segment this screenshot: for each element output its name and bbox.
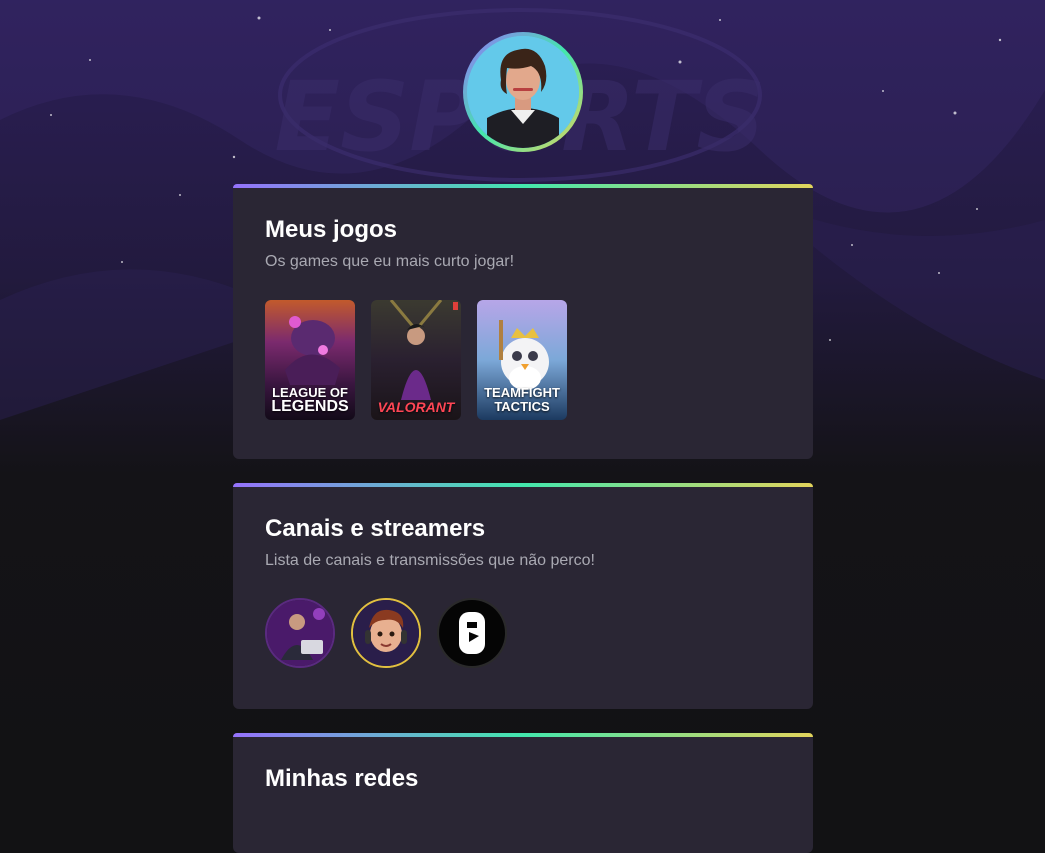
streamers-subtitle: Lista de canais e transmissões que não p… [265, 552, 595, 569]
streamers-title: Canais e streamers [265, 515, 486, 542]
networks-card: Minhas redes [233, 733, 813, 853]
streamers-card: Canais e streamers Lista de canais e tra… [233, 483, 813, 709]
streamer-avatar-2[interactable] [351, 598, 421, 668]
game-label: LEAGUE OF LEGENDS [271, 385, 349, 415]
game-label: TEAMFIGHT TACTICS [484, 385, 560, 414]
games-subtitle: Os games que eu mais curto jogar! [265, 253, 515, 270]
game-label: VALORANT [377, 399, 455, 415]
streamer-avatar-1[interactable] [265, 598, 335, 668]
game-valorant[interactable]: VALORANT [371, 300, 461, 420]
game-teamfight-tactics[interactable]: TEAMFIGHT TACTICS [477, 300, 567, 420]
streamer-avatar-3[interactable] [437, 598, 507, 668]
game-league-of-legends[interactable]: LEAGUE OF LEGENDS [265, 300, 355, 420]
games-card: Meus jogos Os games que eu mais curto jo… [233, 184, 813, 459]
streamers-list [265, 598, 507, 668]
games-list: LEAGUE OF LEGENDS VALORANT TEAMFIGHT TAC… [265, 300, 567, 420]
games-title: Meus jogos [265, 216, 398, 243]
avatar-photo [467, 36, 579, 148]
profile-avatar [463, 32, 583, 152]
